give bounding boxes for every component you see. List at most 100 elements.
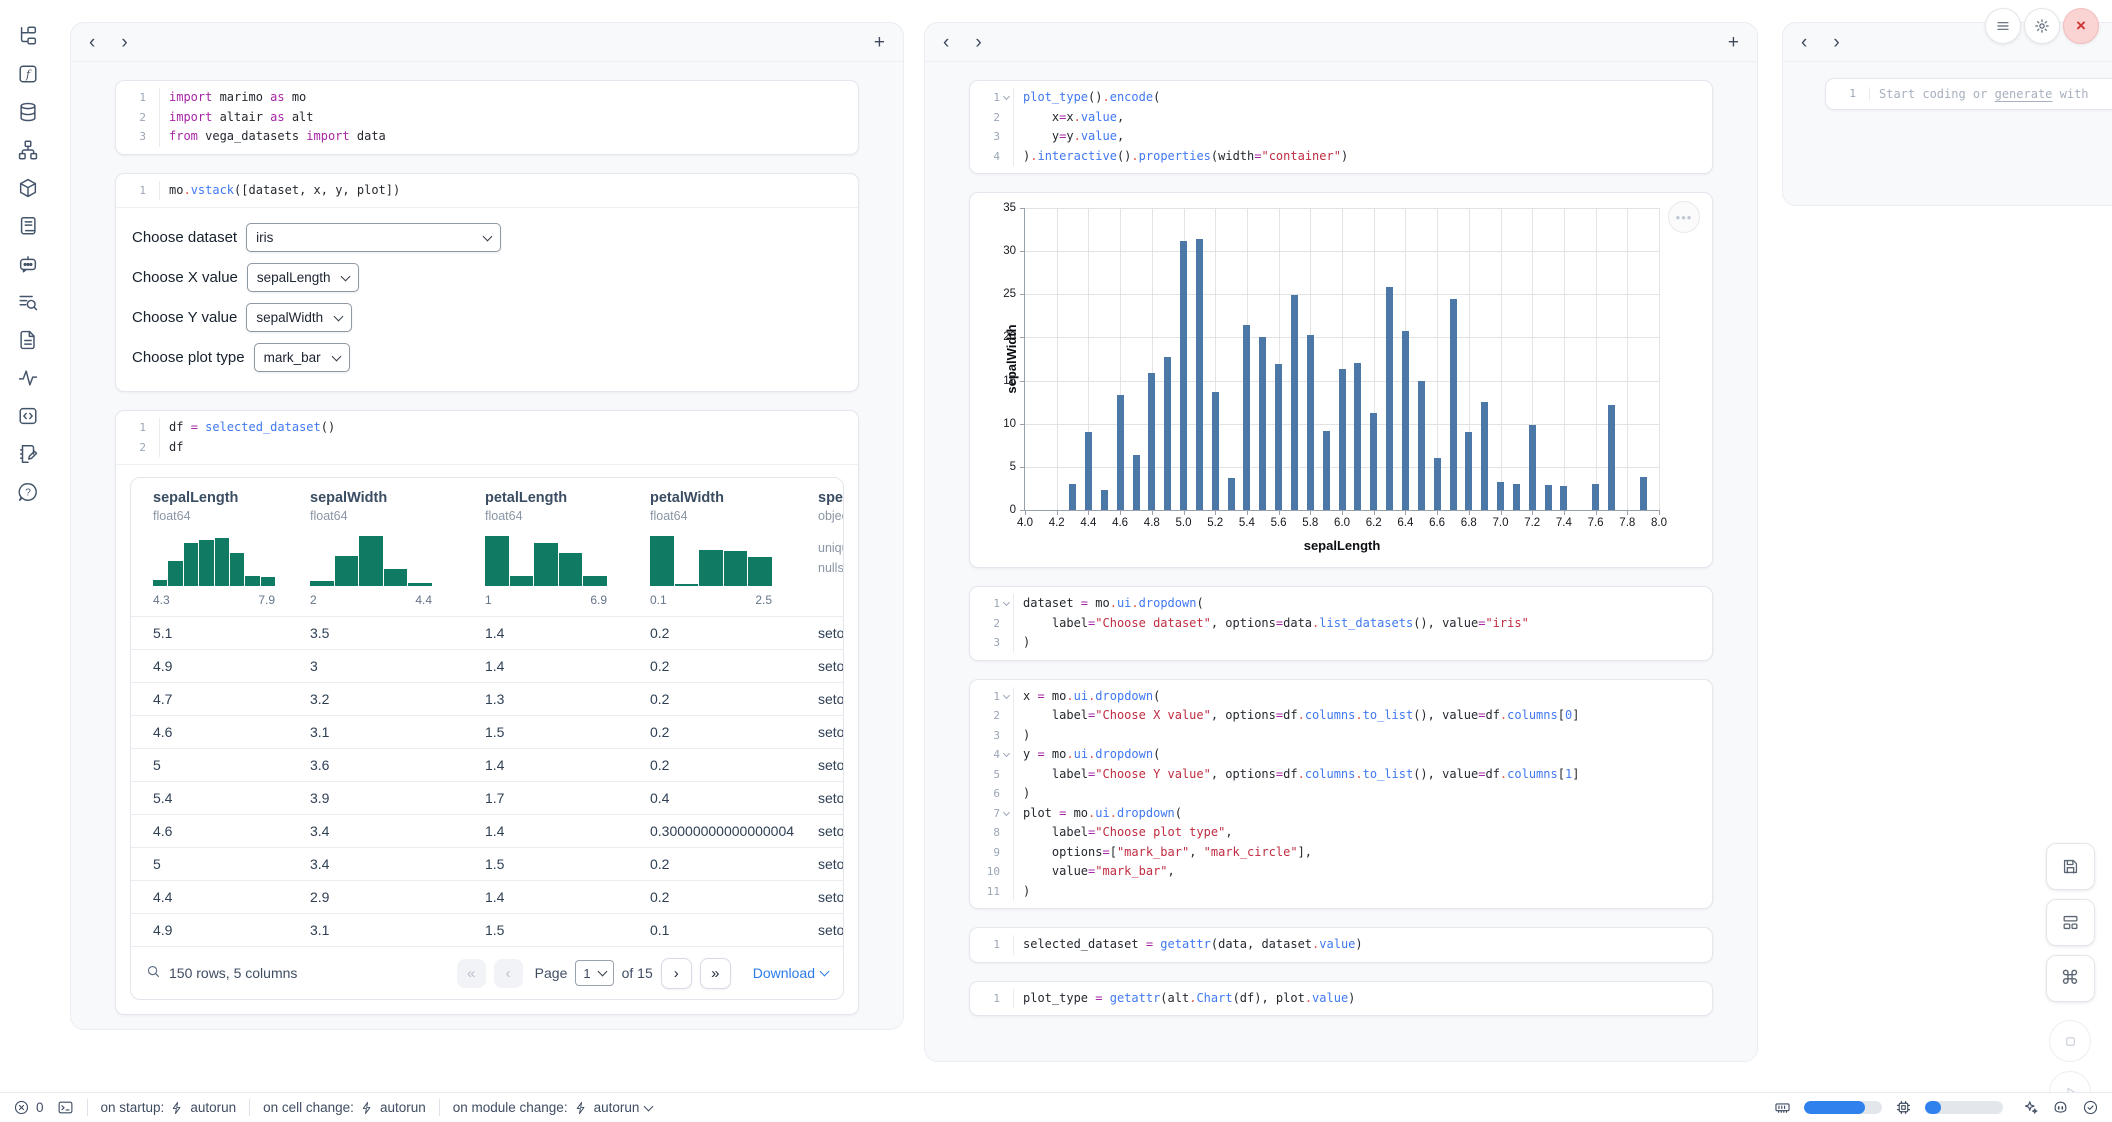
copilot-icon[interactable] [2052, 1099, 2069, 1116]
chart-actions-button[interactable]: ••• [1668, 201, 1700, 233]
runtime-setting[interactable]: on cell change:autorun [263, 1100, 426, 1115]
scratchpad-icon[interactable] [16, 442, 40, 466]
fold-icon[interactable] [1000, 594, 1013, 614]
code-line[interactable]: 3) [976, 726, 1702, 746]
column-move-left-button[interactable]: ‹ [89, 33, 95, 52]
table-row[interactable]: 4.73.21.30.2setosa [131, 682, 843, 715]
altair-chart[interactable]: 4.04.24.44.64.85.05.25.45.65.86.06.26.46… [1024, 208, 1659, 511]
code-editor[interactable]: 1df = selected_dataset()2df [116, 411, 858, 464]
code-line[interactable]: 1mo.vstack([dataset, x, y, plot]) [122, 181, 848, 201]
code-line[interactable]: 2 label="Choose X value", options=df.col… [976, 706, 1702, 726]
code-editor[interactable]: 1plot_type = getattr(alt.Chart(df), plot… [970, 982, 1712, 1016]
snippets-icon[interactable] [16, 404, 40, 428]
code-line[interactable]: 7plot = mo.ui.dropdown( [976, 804, 1702, 824]
column-move-right-button[interactable]: › [975, 33, 981, 52]
generate-link[interactable]: generate [1995, 87, 2053, 101]
code-line[interactable]: 1dataset = mo.ui.dropdown( [976, 594, 1702, 614]
dropdown-1[interactable]: sepalLength [247, 263, 360, 292]
runtime-setting[interactable]: on startup:autorun [101, 1100, 237, 1115]
tracebacks-icon[interactable] [16, 366, 40, 390]
keyboard-shortcuts-button[interactable]: ⌘ [2046, 955, 2095, 1002]
terminal-button[interactable] [57, 1099, 74, 1116]
code-line[interactable]: 4).interactive().properties(width="conta… [976, 147, 1702, 167]
code-line[interactable]: 6) [976, 784, 1702, 804]
column-name[interactable]: petalLength [485, 490, 628, 506]
code-line[interactable]: 2 label="Choose dataset", options=data.l… [976, 614, 1702, 634]
code-editor[interactable]: 1selected_dataset = getattr(data, datase… [970, 928, 1712, 962]
notebook-menu-button[interactable] [1985, 8, 2021, 44]
column-move-left-button[interactable]: ‹ [943, 33, 949, 52]
next-page-button[interactable]: › [661, 958, 692, 989]
datasources-icon[interactable] [16, 100, 40, 124]
shutdown-button[interactable]: × [2063, 8, 2099, 44]
add-column-button[interactable]: + [1728, 33, 1739, 52]
file-explorer-icon[interactable] [16, 24, 40, 48]
code-line[interactable]: 3 y=y.value, [976, 127, 1702, 147]
empty-cell[interactable]: 1 Start coding or generate with [1825, 78, 2112, 110]
prev-page-button[interactable]: ‹ [494, 959, 523, 988]
code-editor[interactable]: 1plot_type().encode(2 x=x.value,3 y=y.va… [970, 81, 1712, 173]
code-editor[interactable]: 1x = mo.ui.dropdown(2 label="Choose X va… [970, 680, 1712, 909]
packages-icon[interactable] [16, 176, 40, 200]
column-move-left-button[interactable]: ‹ [1801, 33, 1807, 52]
table-row[interactable]: 53.41.50.2setosa [131, 847, 843, 880]
code-line[interactable]: 3) [976, 633, 1702, 653]
table-row[interactable]: 4.63.41.40.30000000000000004setosa [131, 814, 843, 847]
code-line[interactable]: 1plot_type = getattr(alt.Chart(df), plot… [976, 989, 1702, 1009]
fold-icon[interactable] [1000, 687, 1013, 707]
column-name[interactable]: sepalWidth [310, 490, 463, 506]
code-line[interactable]: 8 label="Choose plot type", [976, 823, 1702, 843]
code-line[interactable]: 1x = mo.ui.dropdown( [976, 687, 1702, 707]
column-name[interactable]: sepalLength [153, 490, 288, 506]
column-name[interactable]: species [818, 490, 844, 506]
outline-icon[interactable] [16, 214, 40, 238]
ai-chat-icon[interactable] [16, 252, 40, 276]
table-row[interactable]: 4.42.91.40.2setosa [131, 880, 843, 913]
documentation-icon[interactable] [16, 328, 40, 352]
last-page-button[interactable]: » [700, 958, 731, 989]
code-editor[interactable]: 1import marimo as mo2import altair as al… [116, 81, 858, 154]
table-row[interactable]: 4.93.11.50.1setosa [131, 913, 843, 946]
table-row[interactable]: 53.61.40.2setosa [131, 748, 843, 781]
dropdown-0[interactable]: iris [246, 223, 501, 252]
code-line[interactable]: 11) [976, 882, 1702, 902]
code-line[interactable]: 1import marimo as mo [122, 88, 848, 108]
add-column-button[interactable]: + [874, 33, 885, 52]
table-row[interactable]: 4.931.40.2setosa [131, 649, 843, 682]
dropdown-2[interactable]: sepalWidth [246, 303, 352, 332]
code-editor[interactable]: 1mo.vstack([dataset, x, y, plot]) [116, 174, 858, 208]
code-line[interactable]: 1plot_type().encode( [976, 88, 1702, 108]
code-line[interactable]: 4y = mo.ui.dropdown( [976, 745, 1702, 765]
code-line[interactable]: 1selected_dataset = getattr(data, datase… [976, 935, 1702, 955]
settings-button[interactable] [2024, 8, 2060, 44]
code-line[interactable]: 3from vega_datasets import data [122, 127, 848, 147]
code-line[interactable]: 9 options=["mark_bar", "mark_circle"], [976, 843, 1702, 863]
fold-icon[interactable] [1000, 804, 1013, 824]
code-line[interactable]: 2 x=x.value, [976, 108, 1702, 128]
fold-icon[interactable] [1000, 745, 1013, 765]
table-row[interactable]: 5.43.91.70.4setosa [131, 781, 843, 814]
help-icon[interactable]: ? [16, 480, 40, 504]
search-icon[interactable] [146, 964, 161, 982]
cell-placeholder[interactable]: Start coding or generate with [1869, 87, 2089, 101]
table-row[interactable]: 4.63.11.50.2setosa [131, 715, 843, 748]
logs-icon[interactable] [16, 290, 40, 314]
column-move-right-button[interactable]: › [121, 33, 127, 52]
column-name[interactable]: petalWidth [650, 490, 796, 506]
functions-icon[interactable]: f [16, 62, 40, 86]
column-move-right-button[interactable]: › [1833, 33, 1839, 52]
runtime-setting[interactable]: on module change:autorun [453, 1100, 653, 1115]
layout-button[interactable] [2046, 899, 2095, 946]
fold-icon[interactable] [1000, 88, 1013, 108]
first-page-button[interactable]: « [457, 959, 486, 988]
code-line[interactable]: 1df = selected_dataset() [122, 418, 848, 438]
download-button[interactable]: Download [753, 965, 828, 981]
code-line[interactable]: 2df [122, 438, 848, 458]
table-row[interactable]: 5.13.51.40.2setosa [131, 616, 843, 649]
stop-button[interactable] [2049, 1020, 2091, 1062]
save-button[interactable] [2046, 843, 2095, 890]
code-editor[interactable]: 1dataset = mo.ui.dropdown(2 label="Choos… [970, 587, 1712, 660]
dependency-graph-icon[interactable] [16, 138, 40, 162]
dropdown-3[interactable]: mark_bar [254, 343, 350, 372]
code-line[interactable]: 10 value="mark_bar", [976, 862, 1702, 882]
